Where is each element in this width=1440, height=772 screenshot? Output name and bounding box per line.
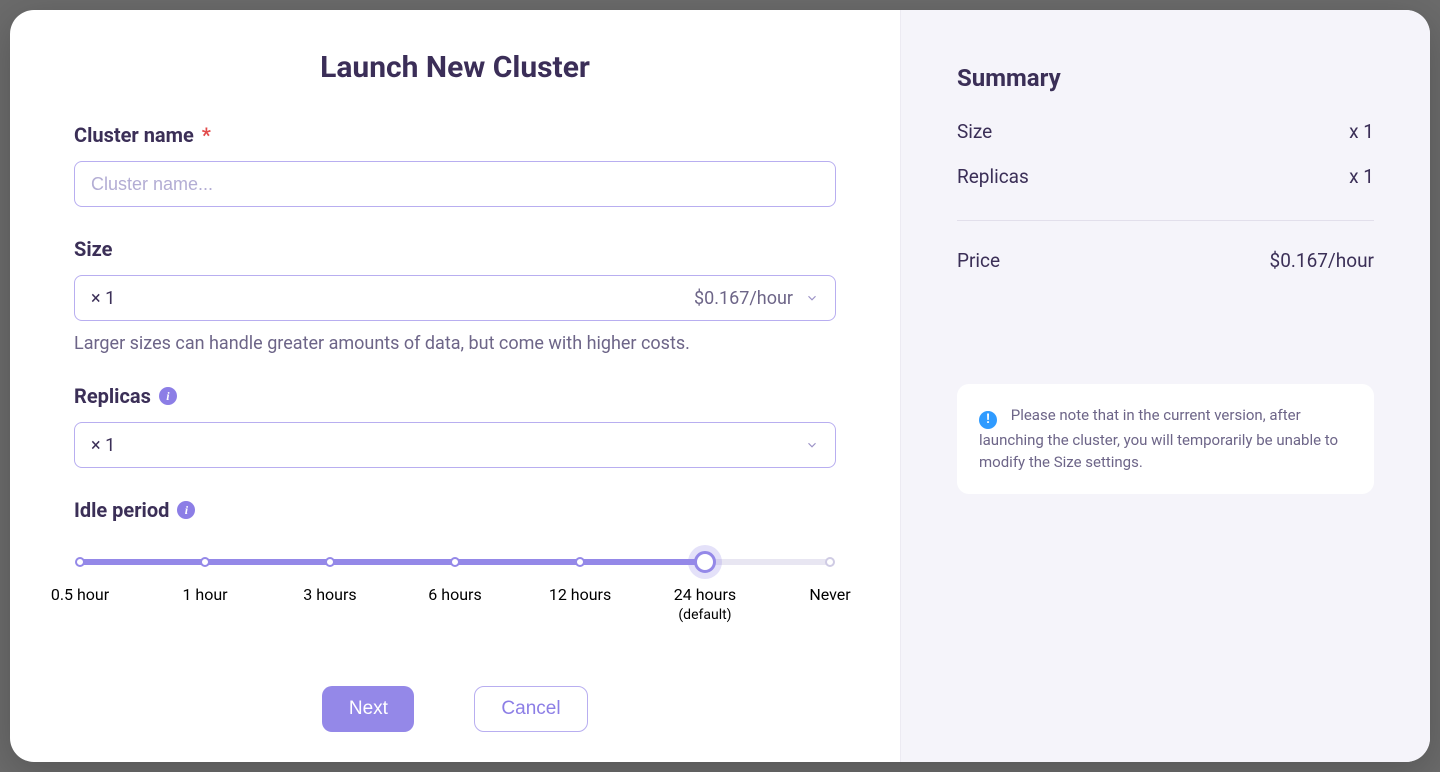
required-star-icon: * [202,123,211,147]
cancel-button[interactable]: Cancel [474,686,587,732]
cluster-name-input[interactable] [74,161,836,207]
summary-size-label: Size [957,120,992,143]
idle-period-label-text: Idle period [74,498,169,522]
alert-icon: ! [979,411,997,429]
summary-panel: Summary Size x 1 Replicas x 1 Price $0.1… [900,10,1430,762]
main-panel: Launch New Cluster Cluster name * Size ×… [10,10,900,762]
notice-text: Please note that in the current version,… [979,406,1338,471]
slider-step-label: 0.5 hour [51,584,109,606]
slider-step-dot[interactable] [450,557,460,567]
info-icon[interactable]: i [177,501,195,519]
summary-title: Summary [957,64,1374,92]
actions-row: Next Cancel [74,686,836,732]
slider-labels: 0.5 hour1 hour3 hours6 hours12 hours24 h… [80,584,830,626]
cluster-name-label: Cluster name * [74,123,836,147]
slider-step-dot[interactable] [75,557,85,567]
slider-step-dot[interactable] [575,557,585,567]
summary-price-value: $0.167/hour [1270,249,1374,272]
size-helper-text: Larger sizes can handle greater amounts … [74,333,836,354]
slider-step-dot[interactable] [200,557,210,567]
slider-step-label: Never [809,584,850,606]
chevron-down-icon [805,438,819,452]
field-replicas: Replicas i × 1 [74,384,836,468]
field-idle-period: Idle period i 0.5 hour1 hour3 hours6 hou… [74,498,836,626]
size-label: Size [74,237,836,261]
slider-step-label: 6 hours [428,584,481,606]
cluster-name-label-text: Cluster name [74,123,194,147]
summary-row-replicas: Replicas x 1 [957,165,1374,188]
summary-price-label: Price [957,249,1000,272]
replicas-label: Replicas i [74,384,836,408]
info-icon[interactable]: i [159,387,177,405]
summary-replicas-label: Replicas [957,165,1029,188]
next-button[interactable]: Next [322,686,414,732]
summary-divider [957,220,1374,221]
size-price: $0.167/hour [694,288,793,309]
slider-handle[interactable] [694,551,716,573]
summary-row-size: Size x 1 [957,120,1374,143]
slider-step-dot[interactable] [825,557,835,567]
slider-step-dot[interactable] [325,557,335,567]
idle-period-slider[interactable]: 0.5 hour1 hour3 hours6 hours12 hours24 h… [74,552,836,626]
replicas-select-value: × 1 [91,435,805,456]
notice-card: ! Please note that in the current versio… [957,384,1374,494]
size-label-text: Size [74,237,112,261]
slider-step-label: 12 hours [549,584,611,606]
field-cluster-name: Cluster name * [74,123,836,207]
launch-cluster-modal: Launch New Cluster Cluster name * Size ×… [10,10,1430,762]
idle-period-label: Idle period i [74,498,836,522]
chevron-down-icon [805,291,819,305]
slider-step-label: 1 hour [182,584,227,606]
slider-fill [80,559,705,565]
summary-row-price: Price $0.167/hour [957,249,1374,272]
summary-size-value: x 1 [1349,120,1374,143]
replicas-label-text: Replicas [74,384,151,408]
replicas-select[interactable]: × 1 [74,422,836,468]
page-title: Launch New Cluster [74,50,836,85]
slider-step-label: 24 hours(default) [674,584,736,624]
slider-step-label: 3 hours [303,584,356,606]
field-size: Size × 1 $0.167/hour Larger sizes can ha… [74,237,836,354]
size-select[interactable]: × 1 $0.167/hour [74,275,836,321]
size-select-value: × 1 [91,288,694,309]
summary-replicas-value: x 1 [1349,165,1374,188]
